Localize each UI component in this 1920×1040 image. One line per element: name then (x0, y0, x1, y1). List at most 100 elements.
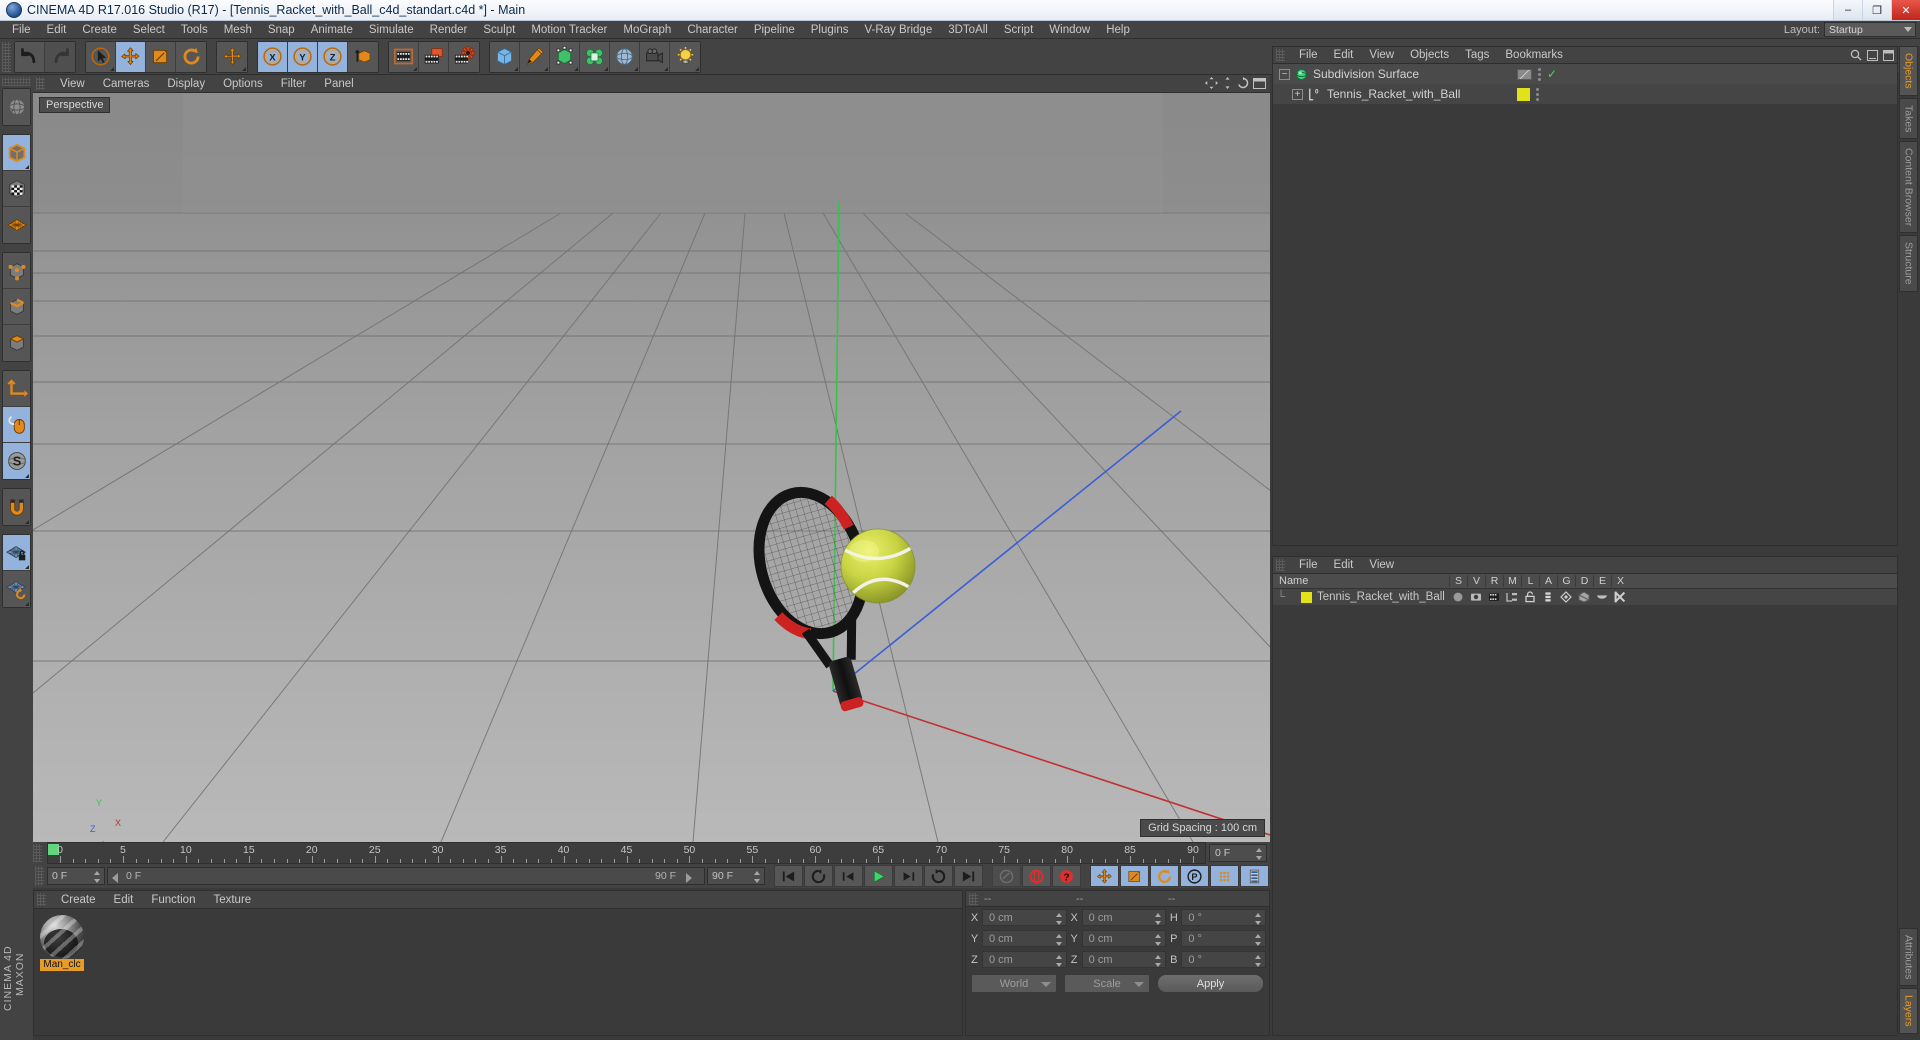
texture-axis-tool[interactable] (3, 89, 30, 125)
submenu-corner-icon[interactable] (695, 66, 699, 71)
xpresso-icon[interactable] (1611, 591, 1629, 603)
viewport-menu-panel[interactable]: Panel (315, 75, 362, 93)
move-tool[interactable] (116, 41, 146, 72)
object-display-tag-icon[interactable] (1517, 68, 1532, 80)
record-scale-button[interactable] (1120, 865, 1149, 887)
submenu-corner-icon[interactable] (413, 66, 417, 71)
scale-tool[interactable] (146, 41, 176, 72)
coord-rotation-field[interactable]: 0 ° (1181, 909, 1267, 926)
coord-position-field[interactable]: 0 cm (982, 930, 1067, 947)
record-active-objects-button[interactable] (992, 865, 1021, 887)
menu-mesh[interactable]: Mesh (216, 21, 260, 39)
material-menu-create[interactable]: Create (52, 891, 105, 909)
spinner-icon[interactable] (1256, 848, 1263, 860)
spinner-icon[interactable] (754, 871, 761, 883)
spinner-icon[interactable] (1255, 934, 1262, 946)
trackbar-left-arrow-icon[interactable] (112, 873, 118, 883)
trackbar-right-arrow-icon[interactable] (686, 873, 692, 883)
layer-column-A[interactable]: A (1539, 575, 1557, 587)
object-dots-icon[interactable] (1538, 67, 1541, 81)
go-to-start-button[interactable] (774, 865, 803, 887)
live-selection-tool[interactable] (86, 41, 116, 72)
object-manager-grip[interactable] (1276, 49, 1285, 61)
object-menu-file[interactable]: File (1291, 47, 1326, 64)
minimize-button[interactable]: – (1833, 0, 1862, 20)
menu-window[interactable]: Window (1041, 21, 1098, 39)
toolbar-grip[interactable] (2, 41, 11, 72)
layer-menu-file[interactable]: File (1291, 557, 1326, 574)
menu-mograph[interactable]: MoGraph (615, 21, 679, 39)
texture-mode-button[interactable] (3, 171, 30, 207)
expander-toggle[interactable]: + (1292, 88, 1303, 100)
viewport-solo-button[interactable] (3, 407, 30, 443)
menu-file[interactable]: File (4, 21, 39, 39)
submenu-corner-icon[interactable] (242, 66, 246, 71)
submenu-corner-icon[interactable] (664, 66, 668, 71)
solo-icon[interactable] (1449, 591, 1467, 603)
coord-position-field[interactable]: 0 cm (982, 951, 1067, 968)
maximize-panel-icon[interactable] (1883, 49, 1894, 61)
apply-button[interactable]: Apply (1157, 974, 1264, 993)
viewport-menu-options[interactable]: Options (214, 75, 272, 93)
vtab-objects[interactable]: Objects (1899, 46, 1918, 96)
menu-select[interactable]: Select (125, 21, 173, 39)
timeline-grip[interactable] (33, 844, 42, 862)
vtab-takes[interactable]: Takes (1899, 97, 1918, 140)
coordinates-grip[interactable] (969, 892, 978, 905)
layer-row[interactable]: └ Tennis_Racket_with_Ball (1273, 589, 1897, 605)
lock-y-axis[interactable]: Y (288, 41, 318, 72)
layer-color-swatch[interactable] (1301, 591, 1312, 603)
world-axis-toggle[interactable] (217, 41, 247, 72)
menu-3dtoall[interactable]: 3DToAll (940, 21, 996, 39)
material-menu-edit[interactable]: Edit (105, 891, 143, 909)
menu-animate[interactable]: Animate (303, 21, 361, 39)
material-list[interactable]: Man_clc (34, 909, 962, 977)
animation-layers-button[interactable] (1240, 865, 1269, 887)
add-light-button[interactable] (670, 41, 700, 72)
add-spline-pen-button[interactable] (520, 41, 550, 72)
submenu-corner-icon[interactable] (25, 520, 29, 524)
object-menu-bookmarks[interactable]: Bookmarks (1497, 47, 1571, 64)
layout-dropdown[interactable]: Startup (1824, 22, 1916, 37)
submenu-corner-icon[interactable] (604, 66, 608, 71)
menu-pipeline[interactable]: Pipeline (746, 21, 803, 39)
submenu-corner-icon[interactable] (110, 66, 114, 71)
spinner-icon[interactable] (1155, 913, 1162, 925)
search-icon[interactable] (1850, 49, 1862, 61)
menu-simulate[interactable]: Simulate (361, 21, 422, 39)
generators-icon[interactable] (1557, 591, 1575, 603)
layer-menu-view[interactable]: View (1361, 557, 1402, 574)
object-menu-edit[interactable]: Edit (1326, 47, 1362, 64)
submenu-corner-icon[interactable] (634, 66, 638, 71)
menu-motion-tracker[interactable]: Motion Tracker (523, 21, 615, 39)
enable-axis-button[interactable] (3, 371, 30, 407)
soft-selection-button[interactable]: S (3, 443, 30, 479)
object-menu-objects[interactable]: Objects (1402, 47, 1457, 64)
end-frame-field[interactable]: 90 F (707, 867, 765, 885)
coordinate-system-dropdown[interactable]: World (971, 974, 1057, 993)
coord-size-field[interactable]: 0 cm (1081, 951, 1167, 968)
object-tree-row[interactable]: + 0 Tennis_Racket_with_Ball (1273, 84, 1897, 104)
timeline-frame-field[interactable]: 0 F (1209, 844, 1267, 862)
lock-x-axis[interactable]: X (258, 41, 288, 72)
material-menu-function[interactable]: Function (142, 891, 204, 909)
visible-icon[interactable] (1467, 591, 1485, 603)
vtab-layers[interactable]: Layers (1899, 988, 1918, 1034)
menu-help[interactable]: Help (1098, 21, 1138, 39)
current-frame-field[interactable]: 0 F (47, 867, 105, 885)
menu-plugins[interactable]: Plugins (803, 21, 857, 39)
render-to-picture-viewer-button[interactable] (419, 41, 449, 72)
record-parameter-button[interactable] (1210, 865, 1239, 887)
object-menu-tags[interactable]: Tags (1457, 47, 1497, 64)
expander-toggle[interactable]: − (1279, 68, 1290, 80)
trackbar[interactable]: 0 F 90 F (107, 867, 705, 885)
undo-button[interactable] (15, 41, 45, 72)
pan-icon[interactable] (1205, 77, 1218, 89)
layer-manager-grip[interactable] (1276, 559, 1285, 571)
menu-create[interactable]: Create (74, 21, 125, 39)
coordinate-mode-dropdown[interactable]: Scale (1064, 974, 1150, 993)
object-menu-view[interactable]: View (1361, 47, 1402, 64)
edit-render-settings-button[interactable] (449, 41, 479, 72)
menu-edit[interactable]: Edit (39, 21, 75, 39)
viewport-3d-canvas[interactable]: Y X Z Perspective Grid Spacing : 100 cm (33, 93, 1270, 842)
